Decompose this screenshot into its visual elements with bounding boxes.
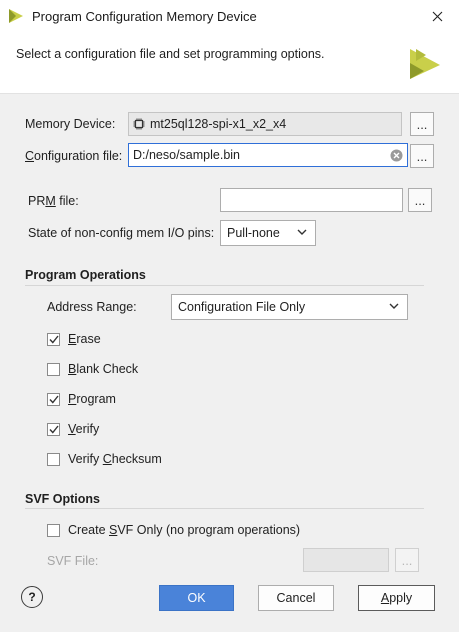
close-icon (432, 11, 442, 21)
erase-checkbox[interactable]: Erase (47, 332, 101, 346)
section-divider (25, 508, 424, 509)
vivado-logo-icon (9, 9, 23, 23)
config-file-input[interactable]: D:/neso/sample.bin (128, 143, 408, 167)
config-file-value: D:/neso/sample.bin (133, 148, 241, 162)
cancel-button[interactable]: Cancel (258, 585, 334, 611)
svf-file-label: SVF File: (47, 554, 99, 568)
chevron-down-icon (297, 229, 307, 235)
checkmark-icon (48, 425, 59, 434)
help-button[interactable]: ? (21, 586, 43, 608)
title-bar: Program Configuration Memory Device (0, 0, 459, 32)
checkbox-box[interactable] (47, 422, 60, 436)
svf-file-browse-button: ... (395, 548, 419, 572)
window-title: Program Configuration Memory Device (32, 9, 257, 24)
verify-checksum-label: Verify Checksum (68, 452, 162, 466)
header-description: Select a configuration file and set prog… (16, 47, 325, 61)
verify-checkbox[interactable]: Verify (47, 422, 99, 436)
checkbox-box[interactable] (47, 452, 60, 466)
checkbox-box[interactable] (47, 392, 60, 406)
verify-checksum-checkbox[interactable]: Verify Checksum (47, 452, 162, 466)
memory-device-label: Memory Device: (25, 117, 116, 131)
memory-device-field: mt25ql128-spi-x1_x2_x4 (128, 112, 402, 136)
program-operations-title: Program Operations (25, 268, 146, 282)
checkmark-icon (48, 395, 59, 404)
config-file-browse-button[interactable]: ... (410, 144, 434, 168)
non-config-pins-label: State of non-config mem I/O pins: (28, 226, 215, 240)
prm-file-input[interactable] (220, 188, 403, 212)
non-config-pins-value: Pull-none (227, 226, 280, 240)
apply-button[interactable]: Apply (358, 585, 435, 611)
non-config-pins-select[interactable]: Pull-none (220, 220, 316, 246)
address-range-select[interactable]: Configuration File Only (171, 294, 408, 320)
address-range-value: Configuration File Only (178, 300, 306, 314)
create-svf-only-label: Create SVF Only (no program operations) (68, 523, 301, 537)
memory-device-value: mt25ql128-spi-x1_x2_x4 (150, 117, 287, 131)
close-button[interactable] (415, 0, 459, 32)
blank-check-checkbox[interactable]: Blank Check (47, 362, 138, 376)
prm-file-browse-button[interactable]: ... (408, 188, 432, 212)
clear-icon[interactable] (390, 149, 403, 162)
checkbox-box[interactable] (47, 362, 60, 376)
program-checkbox[interactable]: Program (47, 392, 116, 406)
create-svf-only-checkbox[interactable]: Create SVF Only (no program operations) (47, 523, 300, 537)
address-range-label: Address Range: (47, 300, 137, 314)
checkbox-box[interactable] (47, 332, 60, 346)
section-divider (25, 285, 424, 286)
vivado-logo-icon (410, 49, 440, 79)
prm-file-label: PRM file: (28, 194, 79, 208)
erase-label: Erase (68, 332, 101, 346)
blank-check-label: Blank Check (68, 362, 139, 376)
chip-icon (133, 118, 145, 130)
config-file-label: Configuration file: (25, 149, 123, 163)
svf-file-input (303, 548, 389, 572)
memory-device-browse-button[interactable]: ... (410, 112, 434, 136)
checkmark-icon (48, 335, 59, 344)
chevron-down-icon (389, 303, 399, 309)
dialog-header: Select a configuration file and set prog… (0, 32, 459, 94)
svf-options-title: SVF Options (25, 492, 100, 506)
checkbox-box[interactable] (47, 523, 60, 537)
verify-label: Verify (68, 422, 100, 436)
ok-button[interactable]: OK (159, 585, 234, 611)
program-label: Program (68, 392, 116, 406)
